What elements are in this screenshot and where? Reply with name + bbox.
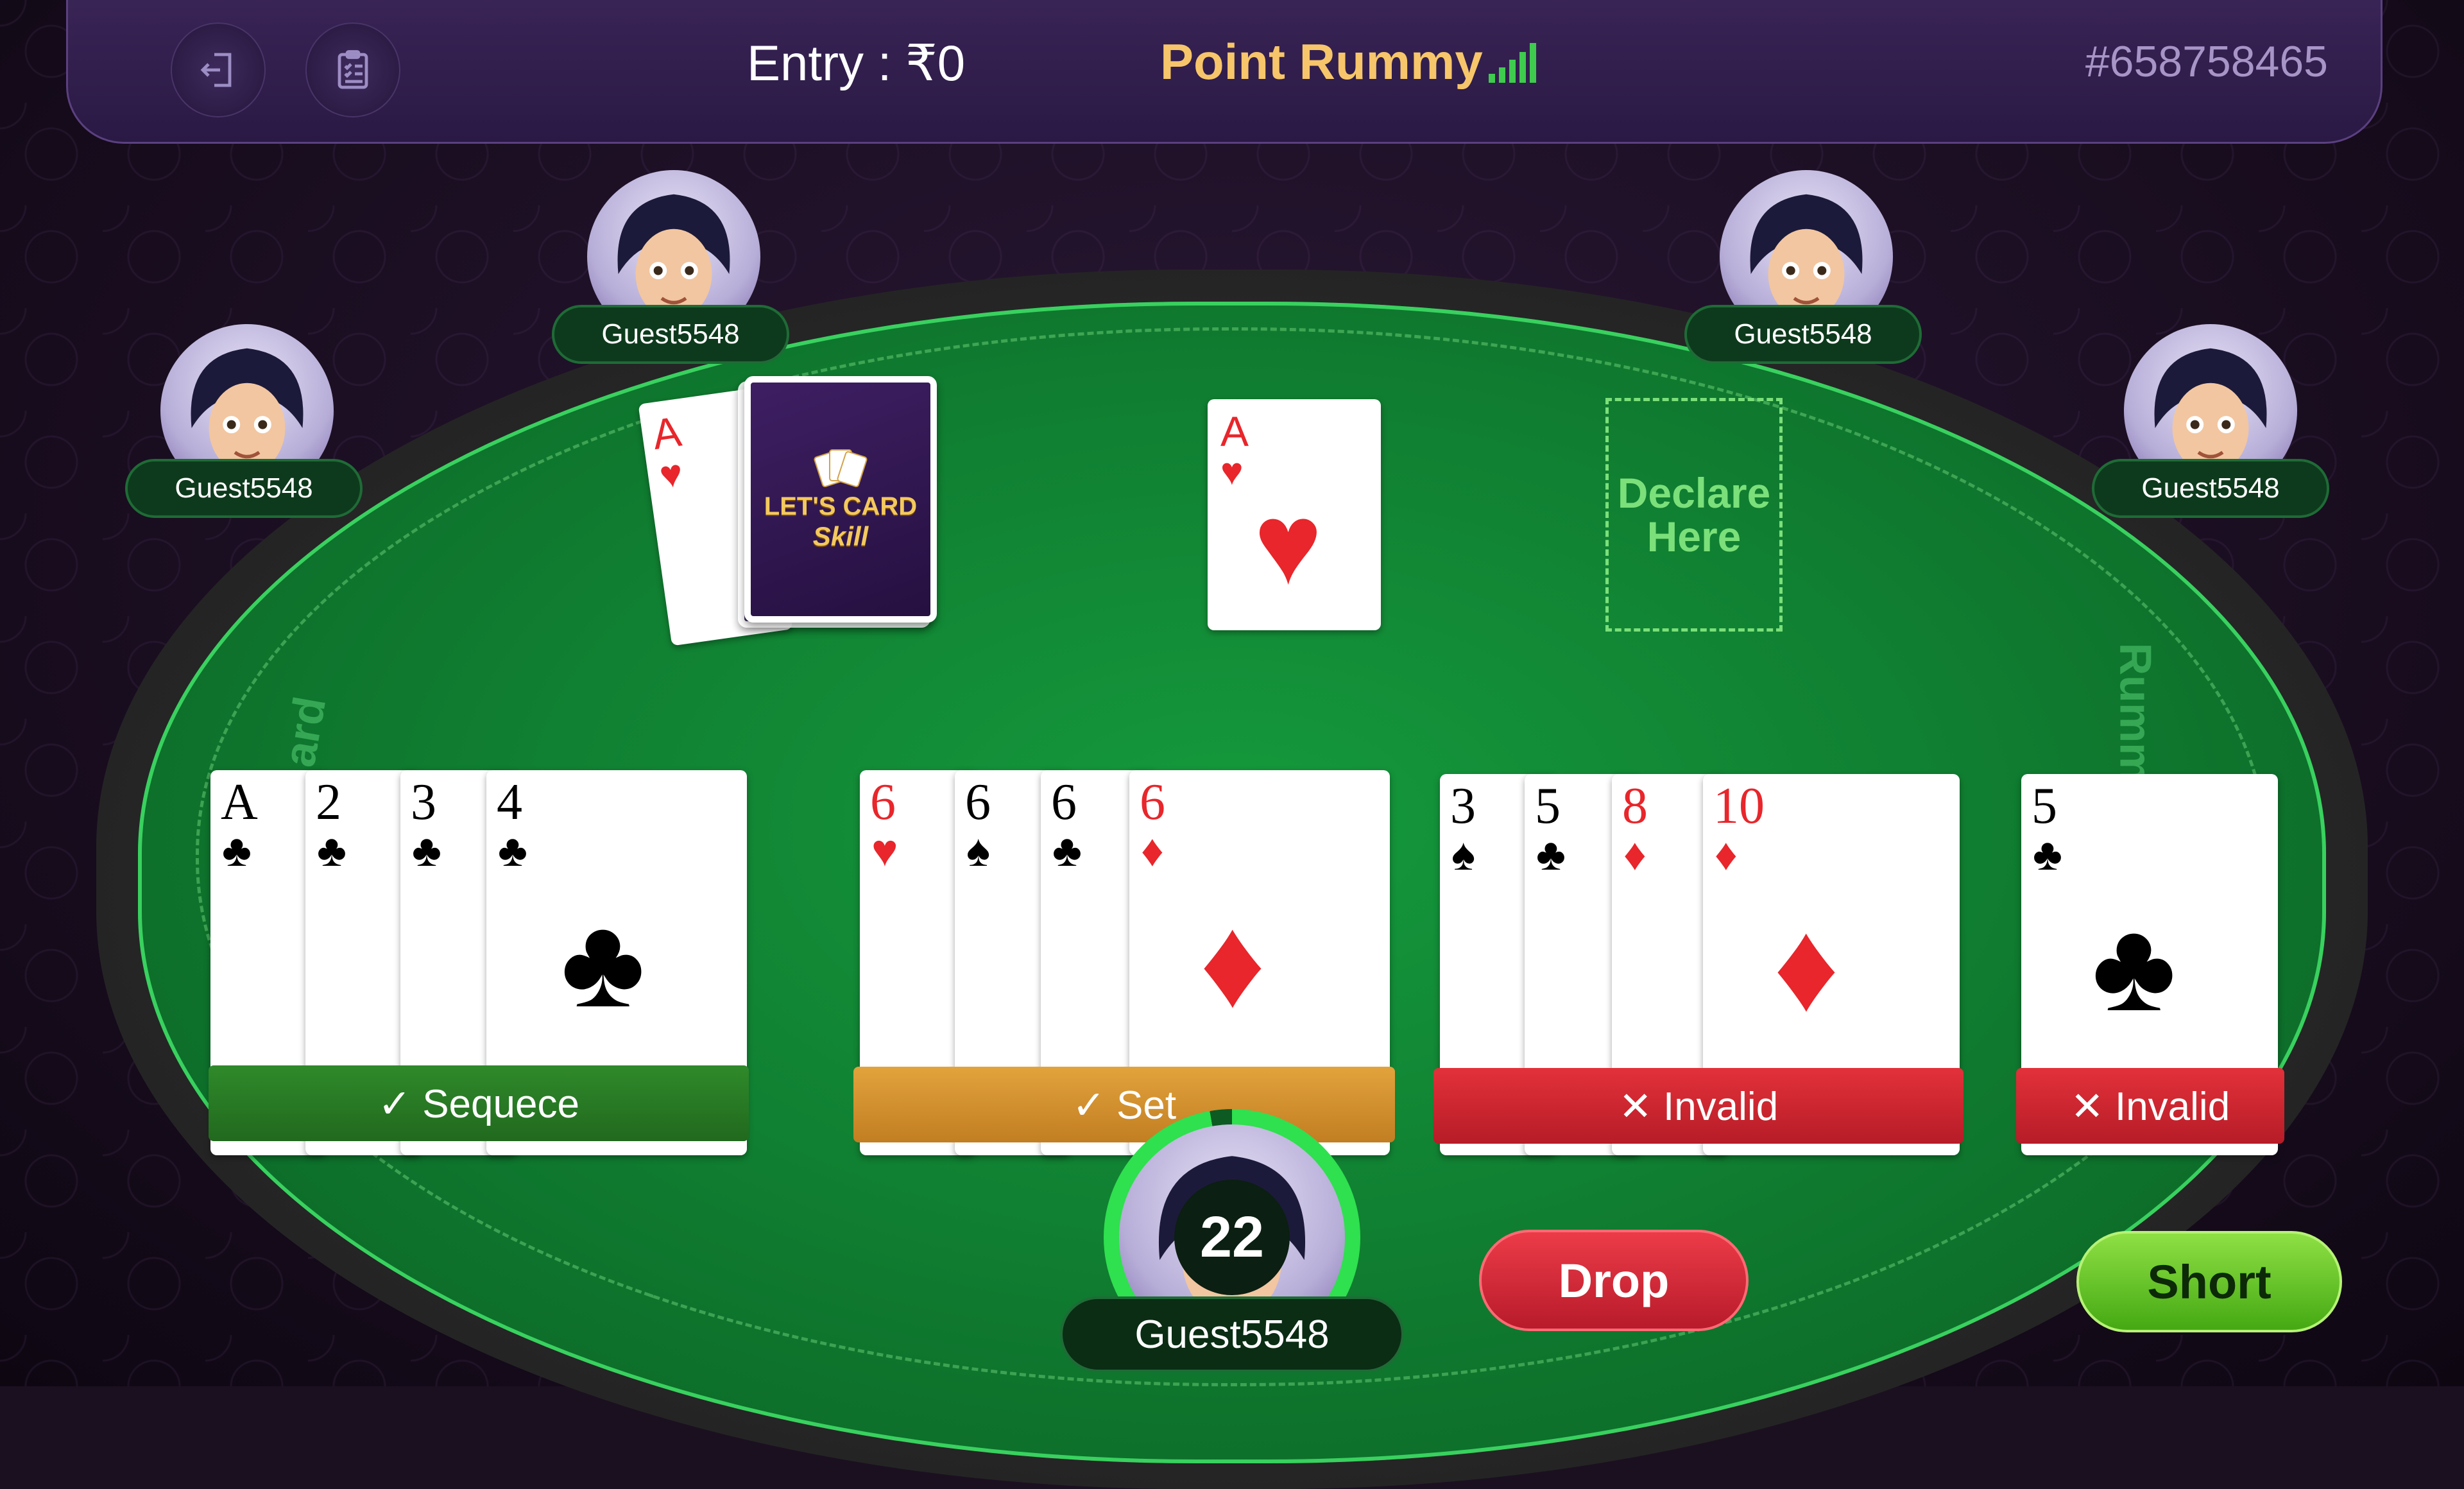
exit-icon — [200, 53, 232, 87]
card-center-suit: ♥ — [1254, 479, 1322, 608]
card-suit: ♣ — [317, 825, 346, 875]
brand-line-2: Skill — [812, 521, 869, 551]
card-rank: 6 — [870, 774, 896, 831]
clipboard-icon — [338, 50, 368, 89]
card-center-suit: ♦ — [1774, 895, 1840, 1038]
card-suit: ♥ — [1220, 450, 1244, 493]
group-status-label: ✕ Invalid — [2016, 1068, 2284, 1144]
top-bar: Entry : ₹0 Point Rummy #658758465 — [66, 0, 2383, 144]
brand-line-1: LET'S CARD — [764, 492, 918, 521]
entry-fee: Entry : ₹0 — [747, 35, 966, 91]
card-suit: ♣ — [222, 825, 252, 875]
player-seat-left: Guest5548 — [125, 324, 369, 536]
exit-button[interactable] — [171, 22, 266, 117]
game-title: Point Rummy — [1160, 33, 1483, 90]
card-suit: ♠ — [966, 825, 991, 875]
drop-button[interactable]: Drop — [1479, 1230, 1749, 1331]
player-name: Guest5548 — [1684, 305, 1922, 364]
card-rank: 8 — [1622, 778, 1648, 834]
table-id: #658758465 — [2085, 37, 2328, 86]
card-suit: ♥ — [656, 451, 686, 497]
signal-icon — [1489, 43, 1536, 83]
card-rank: 6 — [1140, 774, 1165, 831]
turn-timer-count: 22 — [1174, 1180, 1290, 1295]
self-player-name: Guest5548 — [1060, 1296, 1404, 1372]
card-suit: ♠ — [1451, 829, 1476, 879]
card-rank: 6 — [965, 774, 991, 831]
card-rank: 2 — [316, 774, 341, 831]
player-seat-top-left: Guest5548 — [552, 170, 796, 382]
card-rank: 3 — [1450, 778, 1476, 834]
card-rank: 3 — [411, 774, 436, 831]
scorecard-button[interactable] — [305, 22, 400, 117]
declare-zone[interactable]: Declare Here — [1605, 398, 1783, 632]
card-suit: ♣ — [2033, 829, 2062, 879]
card-center-suit: ♣ — [2092, 895, 2177, 1038]
discard-pile-card[interactable]: A ♥ ♥ — [1208, 399, 1381, 630]
card-rank: 10 — [1713, 778, 1765, 834]
card-rank: 6 — [1051, 774, 1077, 831]
player-seat-top-right: Guest5548 — [1684, 170, 1928, 382]
card-suit: ♥ — [871, 825, 898, 875]
card-suit: ♣ — [412, 825, 441, 875]
card-suit: ♣ — [498, 825, 527, 875]
card-suit: ♦ — [1623, 829, 1647, 879]
card-center-suit: ♦ — [1200, 891, 1266, 1034]
card-rank: A — [221, 774, 258, 831]
card-suit: ♦ — [1715, 829, 1738, 879]
card-rank: 5 — [1535, 778, 1561, 834]
card-suit: ♣ — [1052, 825, 1082, 875]
card-center-suit: ♣ — [561, 891, 646, 1034]
card-rank: 4 — [497, 774, 522, 831]
player-seat-right: Guest5548 — [2092, 324, 2336, 536]
card-suit: ♣ — [1536, 829, 1566, 879]
player-name: Guest5548 — [552, 305, 789, 364]
card-suit: ♦ — [1141, 825, 1164, 875]
player-name: Guest5548 — [125, 459, 363, 518]
player-name: Guest5548 — [2092, 459, 2329, 518]
card-rank: 5 — [2032, 778, 2057, 834]
group-status-label: ✓ Sequece — [209, 1065, 749, 1141]
closed-deck[interactable]: LET'S CARD Skill — [744, 376, 937, 623]
short-button[interactable]: Short — [2076, 1231, 2342, 1332]
cards-fan-icon — [814, 449, 868, 487]
group-status-label: ✕ Invalid — [1433, 1068, 1964, 1144]
